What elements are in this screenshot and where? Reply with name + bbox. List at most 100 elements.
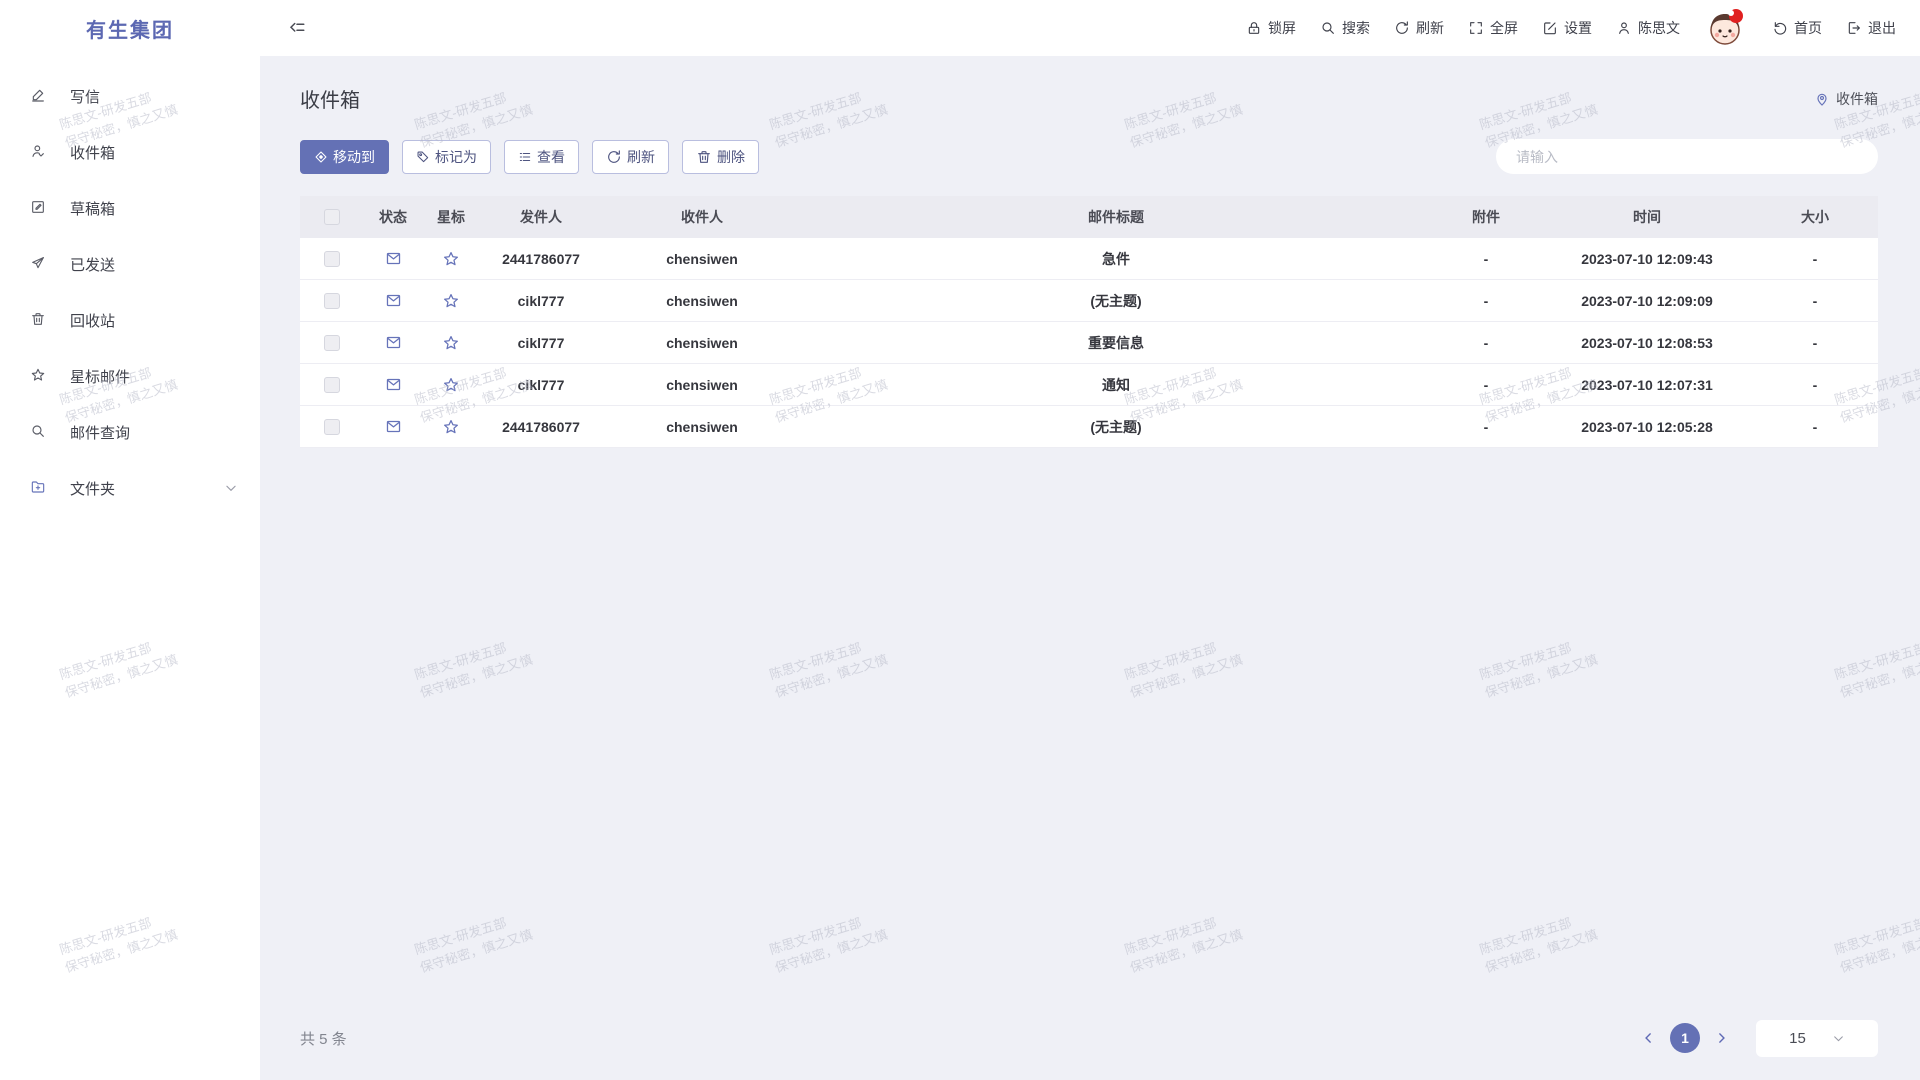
pencil-icon (30, 87, 48, 105)
sidebar-item-draft[interactable]: 草稿箱 (0, 180, 260, 236)
delete-button[interactable]: 删除 (682, 140, 759, 174)
user-avatar[interactable] (1704, 4, 1748, 52)
sidebar-item-send[interactable]: 已发送 (0, 236, 260, 292)
subject-cell[interactable]: (无主题) (1090, 417, 1141, 437)
send-icon (30, 255, 48, 273)
topbar-item-label: 搜索 (1342, 18, 1370, 38)
table-row[interactable]: 2441786077chensiwen(无主题)-2023-07-10 12:0… (300, 406, 1878, 448)
topbar-item-label: 退出 (1868, 18, 1896, 38)
column-header: 状态 (364, 207, 422, 227)
sender-cell: 2441786077 (502, 419, 580, 435)
size-cell: - (1813, 419, 1818, 435)
column-header: 星标 (422, 207, 480, 227)
pagination: 1 15 (1638, 1020, 1878, 1057)
column-header: 邮件标题 (802, 207, 1430, 227)
subject-cell[interactable]: 重要信息 (1088, 333, 1144, 353)
size-cell: - (1813, 377, 1818, 393)
mark-as-button[interactable]: 标记为 (402, 140, 491, 174)
page-number[interactable]: 1 (1670, 1023, 1700, 1053)
topbar-refresh-item[interactable]: 刷新 (1394, 18, 1444, 38)
row-checkbox[interactable] (324, 293, 340, 309)
topbar-undo-item[interactable]: 首页 (1772, 18, 1822, 38)
sidebar-item-trash[interactable]: 回收站 (0, 292, 260, 348)
trash-icon (696, 149, 712, 165)
mail-status-icon[interactable] (385, 292, 402, 309)
sidebar-item-label: 回收站 (70, 310, 238, 331)
time-cell: 2023-07-10 12:09:09 (1581, 293, 1713, 309)
topbar-item-label: 锁屏 (1268, 18, 1296, 38)
row-checkbox[interactable] (324, 419, 340, 435)
row-checkbox[interactable] (324, 251, 340, 267)
topbar-item-label: 首页 (1794, 18, 1822, 38)
topbar-fullscreen-item[interactable]: 全屏 (1468, 18, 1518, 38)
location-pin-icon (1814, 91, 1830, 107)
time-cell: 2023-07-10 12:09:43 (1581, 251, 1713, 267)
column-header: 发件人 (480, 207, 602, 227)
search-icon (30, 423, 48, 441)
topbar-logout-item[interactable]: 退出 (1846, 18, 1896, 38)
table-header-row: 状态星标发件人收件人邮件标题附件时间大小 (300, 196, 1878, 238)
sidebar-item-label: 写信 (70, 86, 238, 107)
column-header: 大小 (1752, 207, 1878, 227)
row-checkbox[interactable] (324, 377, 340, 393)
topbar-user-item[interactable]: 陈思文 (1616, 18, 1680, 38)
mail-status-icon[interactable] (385, 334, 402, 351)
column-header: 附件 (1430, 207, 1542, 227)
tags-icon (416, 150, 430, 164)
subject-cell[interactable]: (无主题) (1090, 291, 1141, 311)
search-input[interactable] (1496, 139, 1878, 174)
next-page-icon[interactable] (1710, 1027, 1732, 1049)
mail-status-icon[interactable] (385, 250, 402, 267)
prev-page-icon[interactable] (1638, 1027, 1660, 1049)
size-cell: - (1813, 251, 1818, 267)
table-search (1496, 139, 1878, 174)
topbar-search-item[interactable]: 搜索 (1320, 18, 1370, 38)
mail-status-icon[interactable] (385, 418, 402, 435)
sidebar-item-search[interactable]: 邮件查询 (0, 404, 260, 460)
sidebar-item-pencil[interactable]: 写信 (0, 68, 260, 124)
attachment-cell: - (1484, 335, 1489, 351)
move-to-button[interactable]: 移动到 (300, 140, 389, 174)
topbar-lock-item[interactable]: 锁屏 (1246, 18, 1296, 38)
star-toggle-icon[interactable] (442, 334, 460, 352)
draft-icon (30, 199, 48, 217)
button-label: 移动到 (333, 147, 375, 167)
attachment-cell: - (1484, 293, 1489, 309)
view-button[interactable]: 查看 (504, 140, 579, 174)
attachment-cell: - (1484, 251, 1489, 267)
subject-cell[interactable]: 急件 (1102, 249, 1130, 269)
star-toggle-icon[interactable] (442, 418, 460, 436)
sidebar-collapse-icon[interactable] (288, 19, 306, 37)
star-toggle-icon[interactable] (442, 250, 460, 268)
table-row[interactable]: 2441786077chensiwen急件-2023-07-10 12:09:4… (300, 238, 1878, 280)
app-logo: 有生集团 (0, 14, 260, 43)
subject-cell[interactable]: 通知 (1102, 375, 1130, 395)
move-icon (314, 150, 328, 164)
fullscreen-icon (1468, 20, 1484, 36)
sidebar-item-folder-plus[interactable]: 文件夹 (0, 460, 260, 516)
table-row[interactable]: cikl777chensiwen通知-2023-07-10 12:07:31- (300, 364, 1878, 406)
logout-icon (1846, 20, 1862, 36)
size-cell: - (1813, 335, 1818, 351)
page-size-select[interactable]: 15 (1756, 1020, 1878, 1057)
star-toggle-icon[interactable] (442, 376, 460, 394)
button-label: 刷新 (627, 147, 655, 167)
table-row[interactable]: cikl777chensiwen(无主题)-2023-07-10 12:09:0… (300, 280, 1878, 322)
page-size-value: 15 (1789, 1030, 1806, 1047)
mail-status-icon[interactable] (385, 376, 402, 393)
table-row[interactable]: cikl777chensiwen重要信息-2023-07-10 12:08:53… (300, 322, 1878, 364)
refresh-icon (1394, 20, 1410, 36)
sidebar-item-inbox-user[interactable]: 收件箱 (0, 124, 260, 180)
sidebar-item-star[interactable]: 星标邮件 (0, 348, 260, 404)
search-icon (1320, 20, 1336, 36)
select-all-checkbox[interactable] (324, 209, 340, 225)
star-toggle-icon[interactable] (442, 292, 460, 310)
row-checkbox[interactable] (324, 335, 340, 351)
topbar-edit-square-item[interactable]: 设置 (1542, 18, 1592, 38)
recipient-cell: chensiwen (666, 251, 738, 267)
attachment-cell: - (1484, 419, 1489, 435)
sidebar-item-label: 草稿箱 (70, 198, 238, 219)
sidebar-item-label: 已发送 (70, 254, 238, 275)
refresh-button[interactable]: 刷新 (592, 140, 669, 174)
toolbar: 移动到 标记为查看 刷新 删除 (300, 139, 1878, 174)
